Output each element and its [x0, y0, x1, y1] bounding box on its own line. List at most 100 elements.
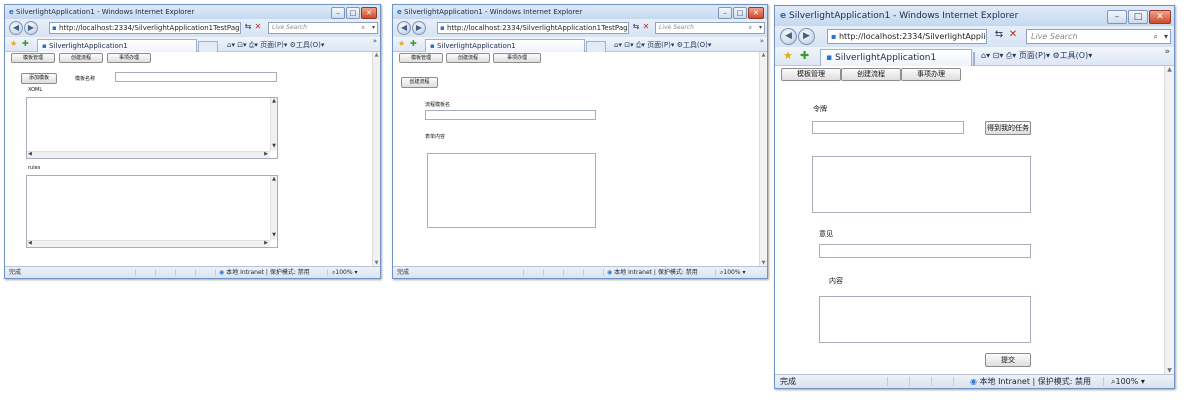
tab-handle-items[interactable]: 事项办理	[107, 53, 151, 63]
scroll-right-icon[interactable]: ▶	[264, 241, 268, 246]
page-vertical-scrollbar[interactable]: ▲ ▼	[372, 52, 380, 266]
submit-button[interactable]: 提交	[985, 353, 1031, 367]
process-template-input[interactable]	[425, 110, 596, 120]
maximize-button[interactable]: □	[1128, 10, 1148, 24]
add-template-button[interactable]: 添加模板	[21, 73, 57, 84]
maximize-button[interactable]: □	[346, 7, 360, 19]
minimize-button[interactable]: –	[331, 7, 345, 19]
horizontal-scrollbar[interactable]	[27, 151, 270, 158]
scroll-right-icon[interactable]: ▶	[264, 152, 268, 157]
page-menu[interactable]: 页面(P)	[1019, 51, 1046, 60]
vertical-scrollbar[interactable]	[270, 176, 277, 240]
add-favorite-icon[interactable]: ✚	[22, 39, 29, 48]
form-content-textarea[interactable]	[427, 153, 596, 228]
zone-indicator[interactable]: ◉ 本地 Intranet | 保护模式: 禁用	[607, 267, 698, 278]
stop-button[interactable]: ✕	[253, 22, 263, 31]
new-tab-button[interactable]	[198, 41, 218, 52]
printer-icon[interactable]: ⎙▾	[1006, 51, 1016, 60]
address-input[interactable]: ▪ http://localhost:2334/SilverlightAppli…	[49, 22, 241, 34]
create-process-button[interactable]: 创建流程	[401, 77, 438, 88]
tasks-textarea[interactable]	[812, 156, 1031, 213]
tab-create-process[interactable]: 创建流程	[446, 53, 490, 63]
zoom-control[interactable]: ⌕100% ▾	[1111, 375, 1145, 388]
feed-icon[interactable]: ⊡▾	[624, 41, 633, 49]
back-button[interactable]: ◀	[9, 21, 23, 35]
magnifier-icon[interactable]: ⌕	[749, 23, 752, 33]
content-textarea[interactable]	[819, 296, 1031, 343]
scroll-down-icon[interactable]: ▼	[272, 233, 276, 238]
stop-button[interactable]: ✕	[641, 22, 651, 31]
zoom-control[interactable]: ⌕100% ▾	[720, 267, 745, 278]
opinion-input[interactable]	[819, 244, 1031, 258]
feed-icon[interactable]: ⊡▾	[993, 51, 1004, 60]
search-input[interactable]: Live Search ⌕ ▾	[1026, 29, 1171, 44]
chevron-down-icon[interactable]: ▾	[372, 23, 375, 33]
scroll-left-icon[interactable]: ◀	[28, 152, 32, 157]
chevron-right-icon[interactable]: »	[1164, 47, 1170, 57]
chevron-down-icon[interactable]: ▾	[1164, 30, 1168, 43]
tab-template-management[interactable]: 模板管理	[11, 53, 55, 63]
feed-icon[interactable]: ⊡▾	[237, 41, 246, 49]
printer-icon[interactable]: ⎙▾	[249, 41, 258, 49]
scroll-down-icon[interactable]: ▼	[1165, 367, 1174, 374]
get-my-tasks-button[interactable]: 得到我的任务	[985, 121, 1031, 135]
new-tab-button[interactable]	[973, 52, 975, 66]
close-button[interactable]: ✕	[1149, 10, 1171, 24]
home-icon[interactable]: ⌂▾	[614, 41, 622, 49]
star-icon[interactable]: ★	[398, 39, 405, 48]
scroll-up-icon[interactable]: ▲	[373, 52, 380, 58]
page-vertical-scrollbar[interactable]: ▲ ▼	[759, 52, 767, 266]
scroll-up-icon[interactable]: ▲	[272, 99, 276, 104]
tab-create-process[interactable]: 创建流程	[841, 68, 901, 81]
home-icon[interactable]: ⌂▾	[227, 41, 235, 49]
chevron-down-icon[interactable]: ▾	[759, 23, 762, 33]
page-menu[interactable]: 页面(P)	[260, 41, 284, 49]
tab-template-management[interactable]: 模板管理	[781, 68, 841, 81]
star-icon[interactable]: ★	[783, 49, 793, 62]
address-input[interactable]: ▪ http://localhost:2334/SilverlightAppli…	[437, 22, 629, 34]
back-button[interactable]: ◀	[397, 21, 411, 35]
scroll-down-icon[interactable]: ▼	[272, 144, 276, 149]
title-bar[interactable]: e SilverlightApplication1 - Windows Inte…	[5, 5, 380, 19]
page-menu[interactable]: 页面(P)	[647, 41, 671, 49]
tab-handle-items[interactable]: 事项办理	[493, 53, 541, 63]
chevron-right-icon[interactable]: »	[760, 37, 764, 45]
add-favorite-icon[interactable]: ✚	[800, 49, 809, 62]
scroll-up-icon[interactable]: ▲	[272, 177, 276, 182]
close-button[interactable]: ✕	[361, 7, 377, 19]
add-favorite-icon[interactable]: ✚	[410, 39, 417, 48]
scroll-up-icon[interactable]: ▲	[1165, 66, 1174, 73]
zone-indicator[interactable]: ◉ 本地 Intranet | 保护模式: 禁用	[219, 267, 310, 278]
tab-handle-items[interactable]: 事项办理	[901, 68, 961, 81]
browser-tab[interactable]: ▪ SilverlightApplication1	[37, 39, 197, 52]
forward-button[interactable]: ▶	[798, 28, 815, 45]
minimize-button[interactable]: –	[718, 7, 732, 19]
zoom-control[interactable]: ⌕100% ▾	[332, 267, 357, 278]
page-vertical-scrollbar[interactable]: ▲ ▼	[1164, 66, 1174, 374]
browser-tab[interactable]: ▪ SilverlightApplication1	[425, 39, 585, 52]
template-name-input[interactable]	[115, 72, 277, 82]
address-input[interactable]: ▪ http://localhost:2334/SilverlightAppli…	[827, 29, 987, 44]
refresh-button[interactable]: ⇆	[243, 22, 253, 31]
search-input[interactable]: Live Search ⌕ ▾	[655, 22, 765, 34]
tools-menu[interactable]: 工具(O)	[296, 41, 321, 49]
magnifier-icon[interactable]: ⌕	[362, 23, 365, 33]
scroll-left-icon[interactable]: ◀	[28, 241, 32, 246]
zone-indicator[interactable]: ◉ 本地 Intranet | 保护模式: 禁用	[970, 375, 1091, 388]
search-input[interactable]: Live Search ⌕ ▾	[268, 22, 378, 34]
tab-template-management[interactable]: 模板管理	[399, 53, 443, 63]
browser-tab[interactable]: ▪ SilverlightApplication1	[820, 49, 972, 66]
xoml-textarea[interactable]: ▲ ▼ ◀ ▶	[26, 97, 278, 159]
rules-textarea[interactable]: ▲ ▼ ◀ ▶	[26, 175, 278, 248]
chevron-right-icon[interactable]: »	[373, 37, 377, 45]
home-icon[interactable]: ⌂▾	[981, 51, 990, 60]
close-button[interactable]: ✕	[748, 7, 764, 19]
title-bar[interactable]: e SilverlightApplication1 - Windows Inte…	[393, 5, 767, 19]
scroll-up-icon[interactable]: ▲	[760, 52, 767, 58]
tab-create-process[interactable]: 创建流程	[59, 53, 103, 63]
forward-button[interactable]: ▶	[412, 21, 426, 35]
refresh-button[interactable]: ⇆	[993, 29, 1005, 40]
maximize-button[interactable]: □	[733, 7, 747, 19]
magnifier-icon[interactable]: ⌕	[1154, 30, 1158, 43]
tools-menu[interactable]: 工具(O)	[1060, 51, 1089, 60]
